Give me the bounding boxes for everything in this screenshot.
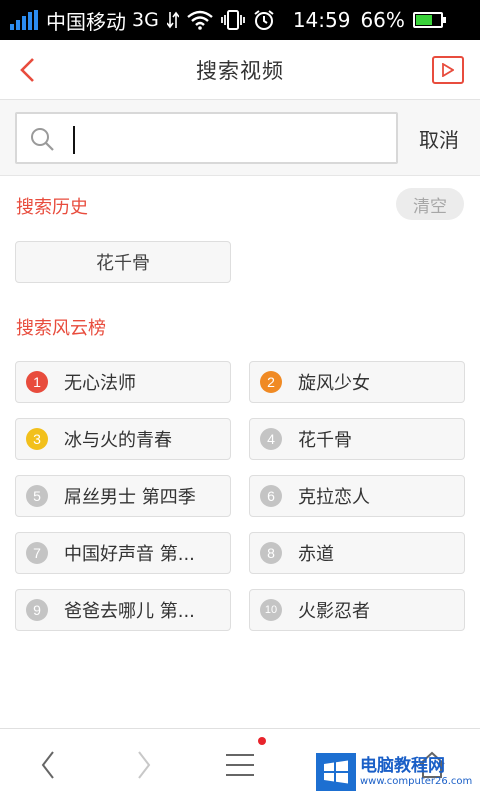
network-type: 3G	[132, 9, 159, 31]
chevron-left-icon	[41, 751, 54, 779]
search-bar: 取消	[0, 100, 480, 176]
trending-item[interactable]: 7 中国好声音 第...	[15, 532, 231, 574]
trending-item-label: 火影忍者	[298, 601, 370, 622]
chevron-left-icon	[20, 58, 34, 82]
battery-percent: 66%	[360, 8, 405, 32]
chevron-right-icon	[138, 751, 151, 779]
data-arrows-icon	[166, 11, 179, 29]
trending-item[interactable]: 2 旋风少女	[249, 361, 465, 403]
trending-item-label: 克拉恋人	[298, 487, 370, 508]
status-bar: 中国移动 3G 14:59 66%	[0, 0, 480, 40]
trending-item[interactable]: 10 火影忍者	[249, 589, 465, 631]
history-section-title: 搜索历史	[16, 197, 88, 218]
top-header: 搜索视频	[0, 40, 480, 100]
rank-badge: 3	[26, 428, 48, 450]
clock-time: 14:59	[292, 8, 351, 32]
watermark: 电脑教程网 www.computer26.com	[316, 748, 474, 796]
trending-item[interactable]: 6 克拉恋人	[249, 475, 465, 517]
signal-icon	[10, 10, 38, 30]
trending-item-label: 中国好声音 第...	[64, 544, 195, 565]
trending-item[interactable]: 9 爸爸去哪儿 第...	[15, 589, 231, 631]
rank-badge: 5	[26, 485, 48, 507]
battery-icon	[412, 12, 446, 28]
page-title: 搜索视频	[196, 58, 284, 83]
history-item[interactable]: 花千骨	[15, 241, 231, 283]
trending-item[interactable]: 4 花千骨	[249, 418, 465, 460]
windows-logo-icon	[316, 753, 356, 791]
trending-item-label: 赤道	[298, 544, 334, 565]
search-icon	[31, 128, 54, 151]
trending-item-label: 屌丝男士 第四季	[64, 487, 196, 508]
nav-forward-button[interactable]	[122, 743, 166, 787]
trending-item-label: 旋风少女	[298, 373, 370, 394]
carrier-name: 中国移动	[46, 9, 126, 34]
trending-item-label: 爸爸去哪儿 第...	[64, 601, 195, 622]
trending-item[interactable]: 3 冰与火的青春	[15, 418, 231, 460]
search-box[interactable]	[15, 112, 398, 164]
trending-item[interactable]: 8 赤道	[249, 532, 465, 574]
nav-back-button[interactable]	[26, 743, 70, 787]
trending-item-label: 花千骨	[298, 430, 352, 451]
notification-dot	[258, 737, 266, 745]
cancel-button[interactable]: 取消	[404, 122, 474, 154]
menu-icon	[226, 754, 254, 776]
trending-item-label: 无心法师	[64, 373, 136, 394]
trending-section-title: 搜索风云榜	[16, 318, 106, 339]
rank-badge: 10	[260, 599, 282, 621]
watermark-url: www.computer26.com	[360, 776, 473, 787]
watermark-title: 电脑教程网	[360, 756, 445, 776]
trending-item[interactable]: 5 屌丝男士 第四季	[15, 475, 231, 517]
wifi-icon	[187, 10, 213, 30]
play-video-icon	[442, 63, 454, 77]
trending-item-label: 冰与火的青春	[64, 430, 172, 451]
clear-history-button[interactable]: 清空	[396, 188, 464, 220]
rank-badge: 4	[260, 428, 282, 450]
vibrate-icon	[220, 10, 245, 30]
rank-badge: 2	[260, 371, 282, 393]
rank-badge: 7	[26, 542, 48, 564]
rank-badge: 8	[260, 542, 282, 564]
back-button[interactable]	[12, 54, 42, 86]
rank-badge: 9	[26, 599, 48, 621]
search-input[interactable]	[71, 122, 381, 154]
menu-button[interactable]	[218, 743, 262, 787]
rank-badge: 1	[26, 371, 48, 393]
text-cursor	[73, 126, 75, 154]
video-button[interactable]	[432, 56, 464, 84]
trending-item[interactable]: 1 无心法师	[15, 361, 231, 403]
rank-badge: 6	[260, 485, 282, 507]
alarm-icon	[254, 10, 274, 30]
